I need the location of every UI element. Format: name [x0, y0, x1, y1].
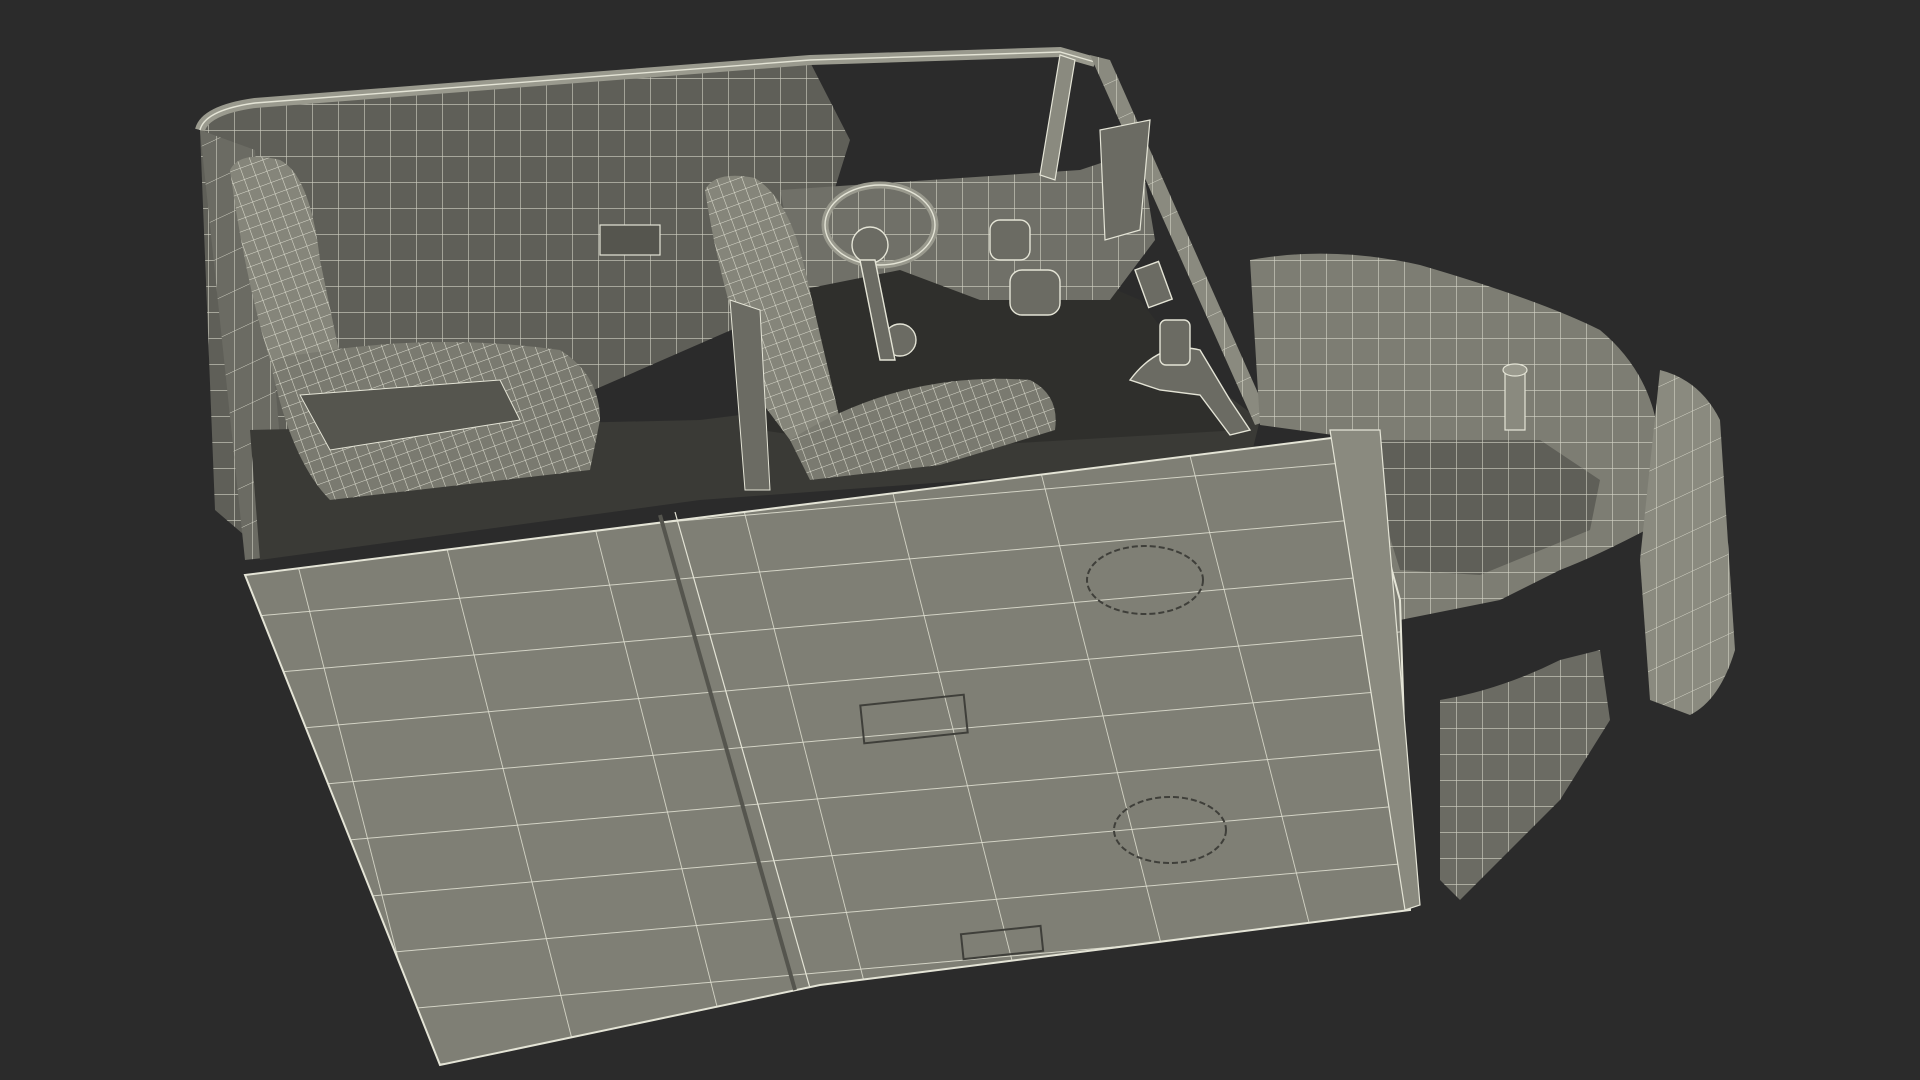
render-viewport: [0, 0, 1920, 1080]
wireframe-render: [195, 46, 1735, 1067]
